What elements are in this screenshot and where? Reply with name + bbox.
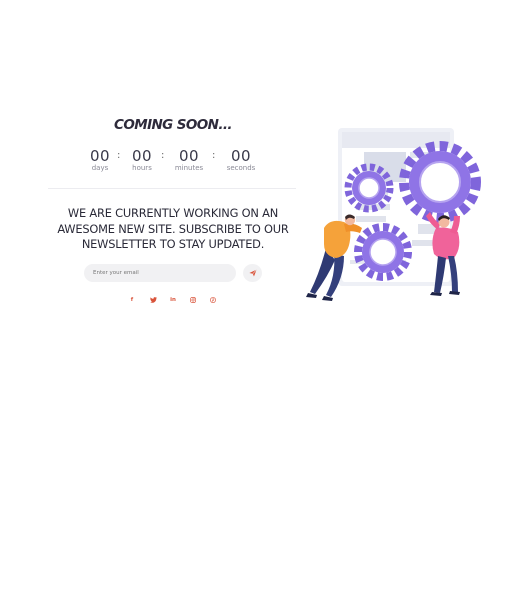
construction-illustration [306,128,481,301]
countdown-separator: : [212,150,216,161]
linkedin-link[interactable]: in [168,295,178,305]
page-title: COMING SOON... [114,117,232,133]
hours-value: 00 [131,147,153,165]
countdown-days: 00 days [85,148,115,172]
coming-soon-page: COMING SOON... 00 days : 00 hours : 00 m… [0,0,530,600]
message-line: WE ARE CURRENTLY WORKING ON AN [67,206,279,220]
subscribe-button[interactable] [243,264,262,282]
countdown-seconds: 00 seconds [226,148,256,172]
days-label: days [91,164,109,172]
days-value: 00 [89,147,111,165]
minutes-label: minutes [174,164,204,172]
countdown-separator: : [161,150,165,161]
countdown-timer: 00 days : 00 hours : 00 minutes : 00 sec… [85,148,261,176]
hours-label: hours [132,164,152,172]
twitter-link[interactable] [148,295,158,305]
countdown-minutes: 00 minutes [174,148,204,172]
facebook-icon: f [130,297,134,303]
seconds-value: 00 [230,147,252,165]
countdown-separator: : [117,150,121,161]
email-input[interactable] [84,264,236,282]
subscribe-message: WE ARE CURRENTLY WORKING ON AN AWESOME N… [48,206,298,253]
section-divider [48,188,296,189]
message-line: NEWSLETTER TO STAY UPDATED. [81,237,265,251]
instagram-link[interactable] [188,295,198,305]
facebook-link[interactable]: f [127,295,137,305]
twitter-icon [149,297,157,303]
pinterest-link[interactable] [208,295,218,305]
minutes-value: 00 [178,147,200,165]
linkedin-icon: in [170,297,176,303]
paper-plane-icon [248,269,257,277]
seconds-label: seconds [226,164,256,172]
countdown-hours: 00 hours [127,148,157,172]
pinterest-icon [210,297,216,303]
message-line: AWESOME NEW SITE. SUBSCRIBE TO OUR [57,221,289,236]
instagram-icon [190,297,196,303]
